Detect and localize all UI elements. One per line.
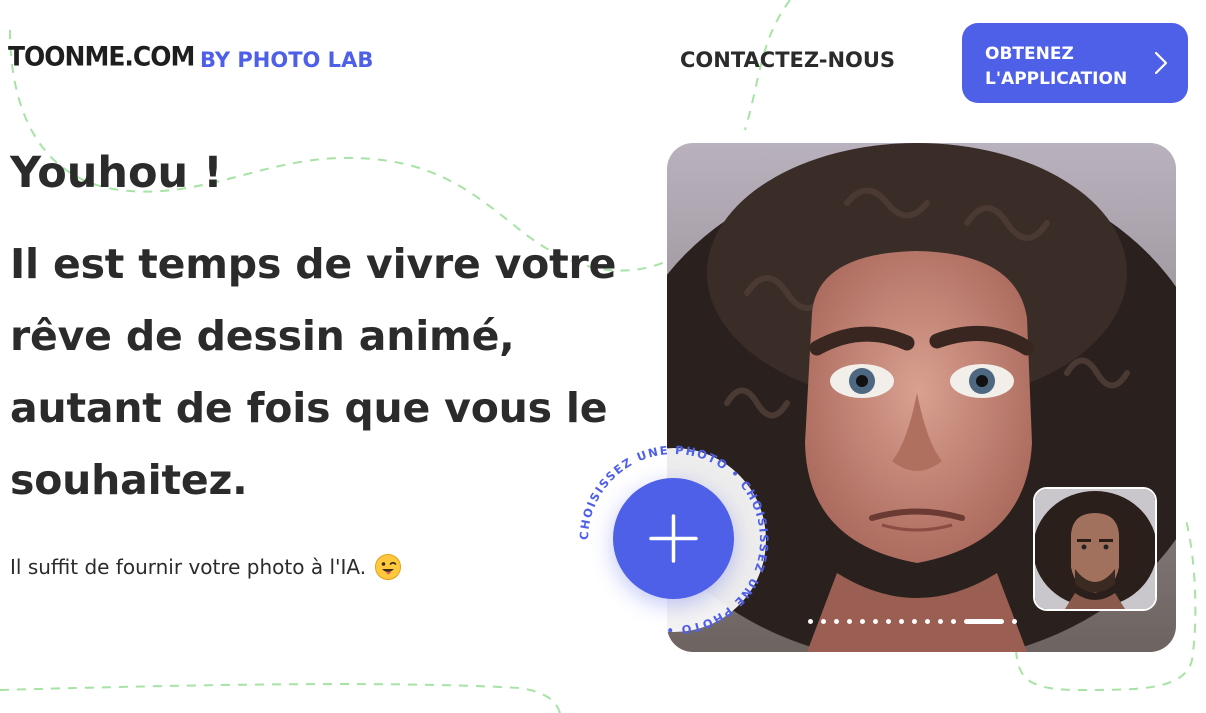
plus-icon xyxy=(649,514,698,563)
carousel-dot[interactable] xyxy=(1012,619,1017,624)
greeting-heading: Youhou ! xyxy=(10,148,223,198)
carousel-dot[interactable] xyxy=(847,619,852,624)
chevron-right-icon xyxy=(1154,51,1168,75)
carousel-dot[interactable] xyxy=(925,619,930,624)
carousel-dot[interactable] xyxy=(860,619,865,624)
carousel-dot[interactable] xyxy=(912,619,917,624)
carousel-dot[interactable] xyxy=(821,619,826,624)
site-logo[interactable]: TOONME.COM xyxy=(8,41,195,72)
get-app-button-label-line2: L'APPLICATION xyxy=(985,69,1128,89)
hero-subtext: Il suffit de fournir votre photo à l'IA. xyxy=(10,553,402,581)
carousel-dot[interactable] xyxy=(938,619,943,624)
original-photo-thumbnail[interactable] xyxy=(1033,487,1157,611)
by-photo-lab-link[interactable]: BY PHOTO LAB xyxy=(200,48,373,72)
winking-tongue-emoji-icon xyxy=(375,554,402,580)
carousel-dot[interactable] xyxy=(808,619,813,624)
get-app-button-label-line1: OBTENEZ xyxy=(985,44,1074,64)
carousel-dot[interactable] xyxy=(951,619,956,624)
contact-us-link[interactable]: CONTACTEZ-NOUS xyxy=(680,48,895,72)
hero-subtext-label: Il suffit de fournir votre photo à l'IA. xyxy=(10,555,367,579)
carousel-dot[interactable] xyxy=(886,619,891,624)
carousel-dot-active[interactable] xyxy=(964,619,1004,624)
hero-headline: Il est temps de vivre votre rêve de dess… xyxy=(10,240,617,504)
upload-photo-button[interactable] xyxy=(613,478,734,599)
carousel-indicators xyxy=(808,619,1017,624)
carousel-dot[interactable] xyxy=(899,619,904,624)
get-app-button[interactable]: OBTENEZ L'APPLICATION xyxy=(962,23,1188,103)
carousel-dot[interactable] xyxy=(873,619,878,624)
carousel-dot[interactable] xyxy=(834,619,839,624)
